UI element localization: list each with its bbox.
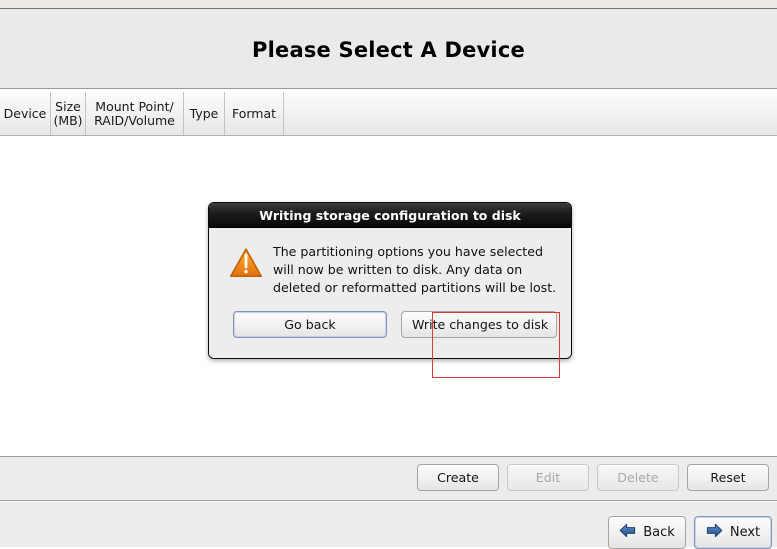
arrow-right-icon (706, 523, 723, 542)
column-header-format[interactable]: Format (225, 92, 284, 135)
dialog-titlebar: Writing storage configuration to disk (209, 203, 571, 228)
back-button[interactable]: Back (608, 516, 686, 549)
edit-button: Edit (507, 464, 589, 491)
next-button-label: Next (729, 525, 761, 540)
column-header-mount-point[interactable]: Mount Point/ RAID/Volume (86, 92, 184, 135)
writing-storage-dialog: Writing storage configuration to disk Th… (208, 202, 572, 359)
top-window-strip (0, 0, 777, 9)
wizard-nav-bar: Back Next (0, 502, 777, 549)
partition-action-bar: Create Edit Delete Reset (0, 456, 777, 501)
back-button-label: Back (643, 525, 675, 540)
table-header-row: Device Size (MB) Mount Point/ RAID/Volum… (0, 92, 777, 136)
column-header-type[interactable]: Type (184, 92, 225, 135)
column-header-filler (284, 92, 777, 135)
nav-button-group: Back Next (608, 516, 772, 549)
column-header-device[interactable]: Device (0, 92, 51, 135)
arrow-left-icon (619, 523, 636, 542)
dialog-button-row: Go back Write changes to disk (209, 296, 571, 358)
column-header-size[interactable]: Size (MB) (51, 92, 86, 135)
dialog-body: The partitioning options you have select… (209, 228, 571, 297)
reset-button[interactable]: Reset (687, 464, 769, 491)
warning-triangle-icon (229, 246, 263, 280)
write-changes-to-disk-button[interactable]: Write changes to disk (401, 310, 557, 338)
page-title: Please Select A Device (252, 37, 525, 62)
next-button[interactable]: Next (694, 516, 772, 549)
create-button[interactable]: Create (417, 464, 499, 491)
header-banner: Please Select A Device (0, 9, 777, 89)
go-back-button[interactable]: Go back (233, 310, 387, 338)
delete-button: Delete (597, 464, 679, 491)
action-button-group: Create Edit Delete Reset (417, 464, 769, 491)
dialog-title-text: Writing storage configuration to disk (259, 207, 521, 223)
dialog-message-text: The partitioning options you have select… (273, 244, 557, 295)
device-table: Device Size (MB) Mount Point/ RAID/Volum… (0, 90, 777, 136)
